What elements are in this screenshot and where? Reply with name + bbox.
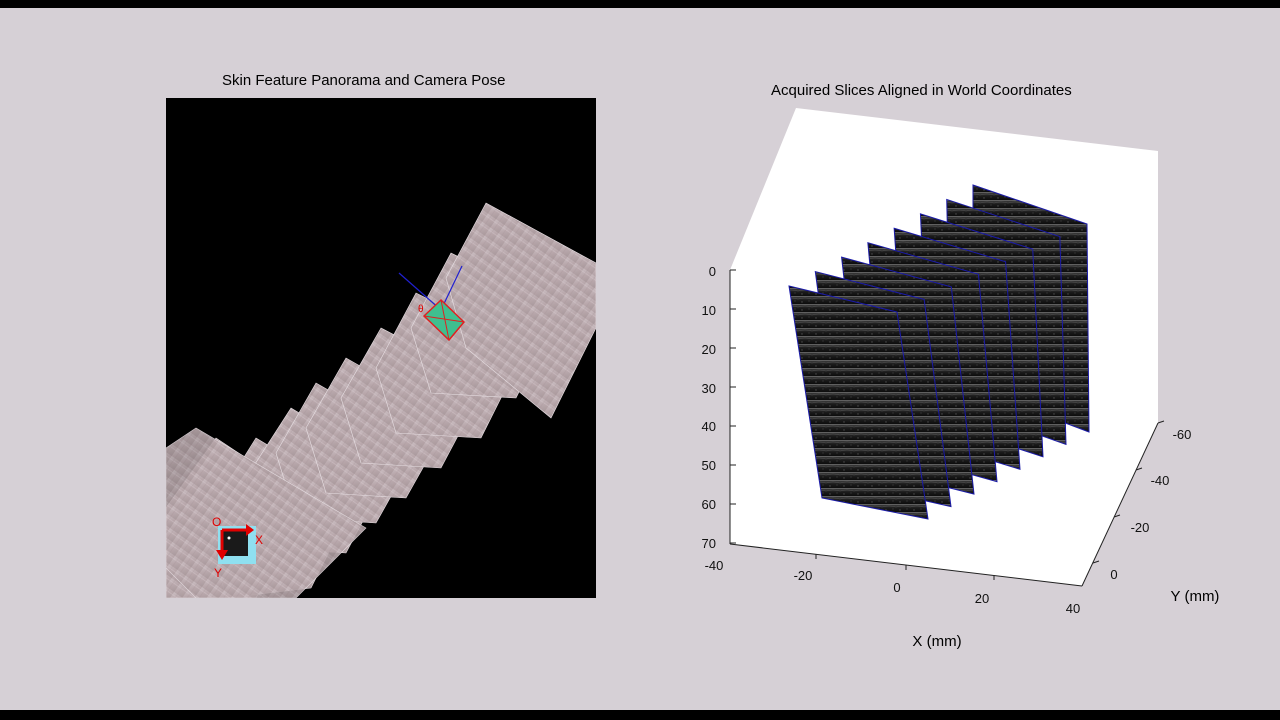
slices-3d-axes: 0 10 20 30 40 50 60 70 -40 -20 0 20 40 X… [702,108,1220,650]
x-tick-20: 20 [975,591,989,606]
x-tick-0: 0 [893,580,900,595]
y-tick-0: 0 [1110,567,1117,582]
z-tick-10: 10 [702,303,716,318]
x-tick-neg20: -20 [794,568,813,583]
z-tick-30: 30 [702,381,716,396]
y-tick-neg40: -40 [1151,473,1170,488]
x-axis-label: X (mm) [912,633,961,650]
z-tick-0: 0 [709,264,716,279]
matlab-figure: Skin Feature Panorama and Camera Pose θ … [0,8,1280,710]
y-axis-label: Y (mm) [1171,588,1220,605]
z-tick-40: 40 [702,419,716,434]
x-tick-40: 40 [1066,601,1080,616]
z-tick-50: 50 [702,458,716,473]
z-tick-70: 70 [702,536,716,551]
y-tick-neg60: -60 [1173,427,1192,442]
y-tick-neg20: -20 [1131,520,1150,535]
z-tick-20: 20 [702,342,716,357]
z-tick-60: 60 [702,497,716,512]
x-tick-neg40: -40 [705,558,724,573]
